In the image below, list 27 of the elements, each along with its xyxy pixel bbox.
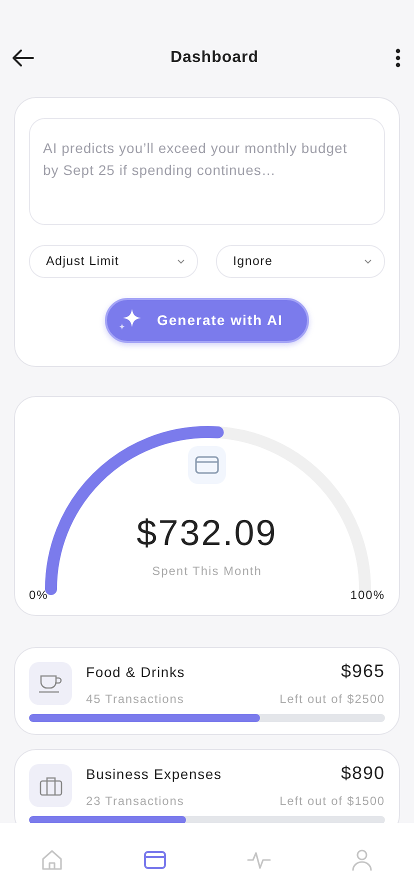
- category-name: Business Expenses: [86, 766, 222, 782]
- category-card[interactable]: Food & Drinks $965 45 Transactions Left out of $2500: [14, 647, 400, 735]
- chevron-icon: [177, 258, 185, 264]
- briefcase-icon: [29, 764, 72, 807]
- more-icon[interactable]: [394, 48, 401, 68]
- prompt-field[interactable]: AI predicts you’ll exceed your monthly budget by Sept 25 if spending continues…: [29, 118, 385, 225]
- spent-caption: Spent This Month: [152, 564, 262, 578]
- page-title: Dashboard: [170, 48, 259, 66]
- card-icon[interactable]: [143, 848, 168, 872]
- card-icon: [188, 446, 226, 484]
- category-name: Food & Drinks: [86, 664, 186, 680]
- back-icon[interactable]: [12, 48, 34, 66]
- dropdown[interactable]: Adjust Limit: [29, 244, 198, 278]
- max-label: 100%: [350, 588, 385, 602]
- transaction-count: 45 Transactions: [86, 692, 184, 706]
- dropdown[interactable]: Ignore: [216, 244, 385, 278]
- cup-icon: [29, 662, 72, 705]
- transaction-count: 23 Transactions: [86, 794, 184, 808]
- spent-amount: $732.09: [136, 512, 278, 554]
- min-label: 0%: [29, 588, 48, 602]
- budget-limit: Left out of $2500: [280, 692, 385, 706]
- category-amount: $890: [340, 763, 385, 784]
- budget-limit: Left out of $1500: [280, 794, 385, 808]
- chevron-icon: [364, 258, 372, 264]
- category-amount: $965: [340, 661, 385, 682]
- category-card[interactable]: Business Expenses $890 23 Transactions Left out of $1500: [14, 749, 400, 823]
- generate-button[interactable]: Generate with AI: [105, 298, 309, 343]
